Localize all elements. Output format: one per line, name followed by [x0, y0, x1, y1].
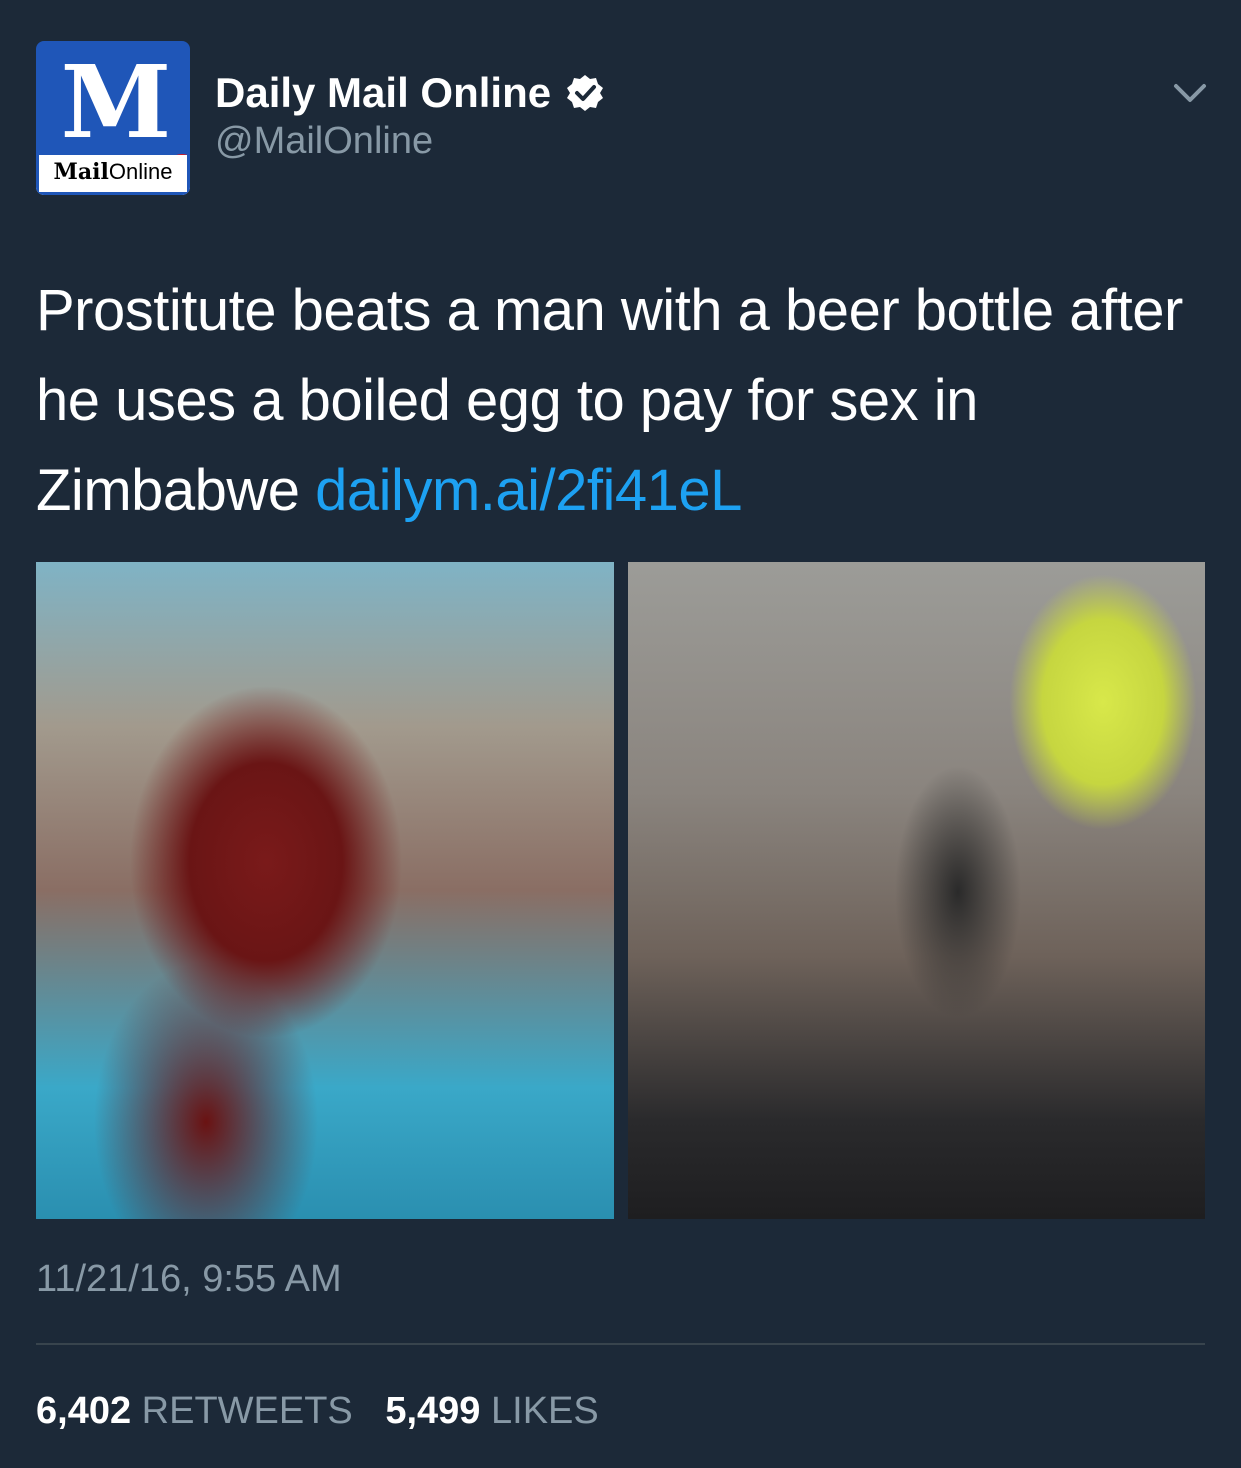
account-name-text: Daily Mail Online — [215, 69, 552, 116]
account-name[interactable]: Daily Mail Online — [215, 68, 605, 118]
avatar-brand: MailOnline — [36, 155, 190, 195]
tweet-stats: 6,402 RETWEETS 5,499 LIKES — [36, 1388, 599, 1434]
tweet-photo-1[interactable] — [36, 562, 614, 1219]
tweet-timestamp: 11/21/16, 9:55 AM — [36, 1258, 342, 1300]
likes-count[interactable]: 5,499 — [385, 1390, 480, 1432]
chevron-down-icon[interactable] — [1170, 78, 1210, 108]
tweet-text: Prostitute beats a man with a beer bottl… — [36, 266, 1216, 536]
tweet-photo-2[interactable] — [628, 562, 1205, 1219]
avatar[interactable]: M MailOnline — [36, 41, 190, 195]
account-handle[interactable]: @MailOnline — [215, 118, 433, 164]
likes-label[interactable]: LIKES — [491, 1390, 599, 1432]
tweet-link[interactable]: dailym.ai/2fi41eL — [315, 458, 742, 523]
retweets-count[interactable]: 6,402 — [36, 1390, 131, 1432]
divider — [36, 1343, 1205, 1345]
avatar-monogram: M — [60, 43, 172, 161]
retweets-label[interactable]: RETWEETS — [142, 1390, 353, 1432]
verified-badge-icon — [567, 75, 604, 111]
